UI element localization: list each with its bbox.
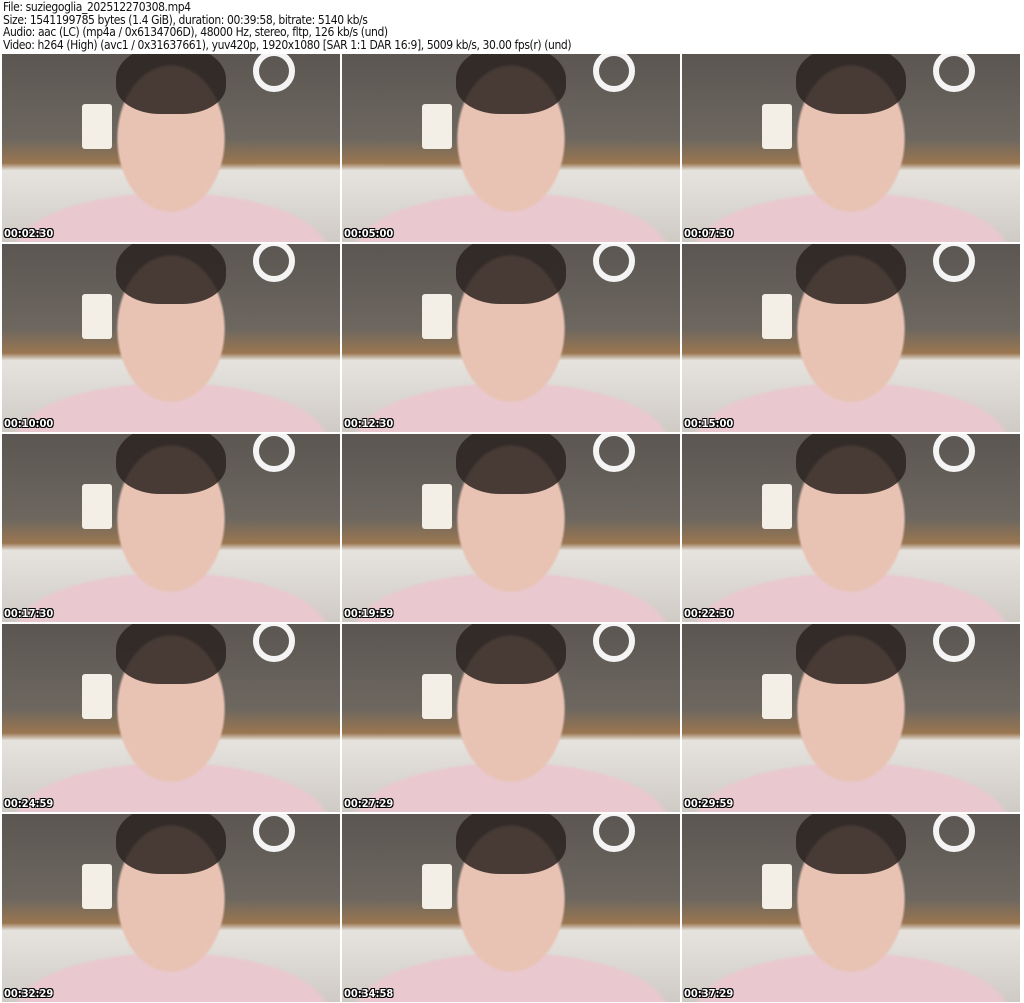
file-name: File: suziegoglia_202512270308.mp4 [3,0,191,14]
video-frame-thumbnail[interactable]: 00:12:30 [342,244,680,432]
video-frame-thumbnail[interactable]: 00:17:30 [2,434,340,622]
timestamp-label: 00:07:30 [684,227,734,240]
video-frame-thumbnail[interactable]: 00:10:00 [2,244,340,432]
file-info-header: File: suziegoglia_202512270308.mp4 Size: … [3,0,572,52]
timestamp-label: 00:10:00 [4,417,54,430]
video-frame-thumbnail[interactable]: 00:15:00 [682,244,1020,432]
timestamp-label: 00:05:00 [344,227,394,240]
lamp [82,484,112,529]
video-frame-thumbnail[interactable]: 00:07:30 [682,54,1020,242]
timestamp-label: 00:34:58 [344,987,394,1000]
lamp [762,864,792,909]
timestamp-label: 00:24:59 [4,797,54,810]
video-frame-thumbnail[interactable]: 00:32:29 [2,814,340,1002]
timestamp-label: 00:29:59 [684,797,734,810]
person-hair [116,814,226,874]
timestamp-label: 00:15:00 [684,417,734,430]
ring-light [933,814,975,852]
person-hair [116,244,226,304]
ring-light [933,624,975,662]
ring-light [933,244,975,282]
person-hair [796,244,906,304]
lamp [82,294,112,339]
lamp [762,104,792,149]
person-hair [796,814,906,874]
person-hair [796,624,906,684]
lamp [762,484,792,529]
ring-light [253,814,295,852]
video-frame-thumbnail[interactable]: 00:29:59 [682,624,1020,812]
ring-light [593,54,635,92]
ring-light [593,244,635,282]
person-hair [796,54,906,114]
person-hair [116,624,226,684]
timestamp-label: 00:32:29 [4,987,54,1000]
person-hair [456,54,566,114]
thumbnail-grid: 00:02:30 00:05:00 00:07:30 00:10:00 00:12:30… [2,54,1020,1002]
ring-light [933,434,975,472]
person-hair [116,54,226,114]
video-frame-thumbnail[interactable]: 00:19:59 [342,434,680,622]
lamp [82,864,112,909]
person-hair [456,814,566,874]
timestamp-label: 00:37:29 [684,987,734,1000]
video-frame-thumbnail[interactable]: 00:27:29 [342,624,680,812]
person-hair [456,434,566,494]
video-frame-thumbnail[interactable]: 00:02:30 [2,54,340,242]
lamp [82,104,112,149]
lamp [762,674,792,719]
ring-light [253,54,295,92]
ring-light [253,624,295,662]
person-hair [796,434,906,494]
lamp [422,484,452,529]
ring-light [593,814,635,852]
video-frame-thumbnail[interactable]: 00:22:30 [682,434,1020,622]
audio-info: Audio: aac (LC) (mp4a / 0x6134706D), 480… [3,25,388,39]
lamp [422,864,452,909]
person-hair [456,624,566,684]
ring-light [253,434,295,472]
video-frame-thumbnail[interactable]: 00:34:58 [342,814,680,1002]
timestamp-label: 00:22:30 [684,607,734,620]
video-info: Video: h264 (High) (avc1 / 0x31637661), … [3,37,572,52]
video-frame-thumbnail[interactable]: 00:24:59 [2,624,340,812]
video-frame-thumbnail[interactable]: 00:37:29 [682,814,1020,1002]
person-hair [116,434,226,494]
lamp [762,294,792,339]
lamp [422,294,452,339]
timestamp-label: 00:27:29 [344,797,394,810]
person-hair [456,244,566,304]
ring-light [933,54,975,92]
ring-light [253,244,295,282]
video-frame-thumbnail[interactable]: 00:05:00 [342,54,680,242]
ring-light [593,434,635,472]
timestamp-label: 00:02:30 [4,227,54,240]
timestamp-label: 00:12:30 [344,417,394,430]
lamp [422,104,452,149]
ring-light [593,624,635,662]
timestamp-label: 00:19:59 [344,607,394,620]
timestamp-label: 00:17:30 [4,607,54,620]
lamp [422,674,452,719]
lamp [82,674,112,719]
